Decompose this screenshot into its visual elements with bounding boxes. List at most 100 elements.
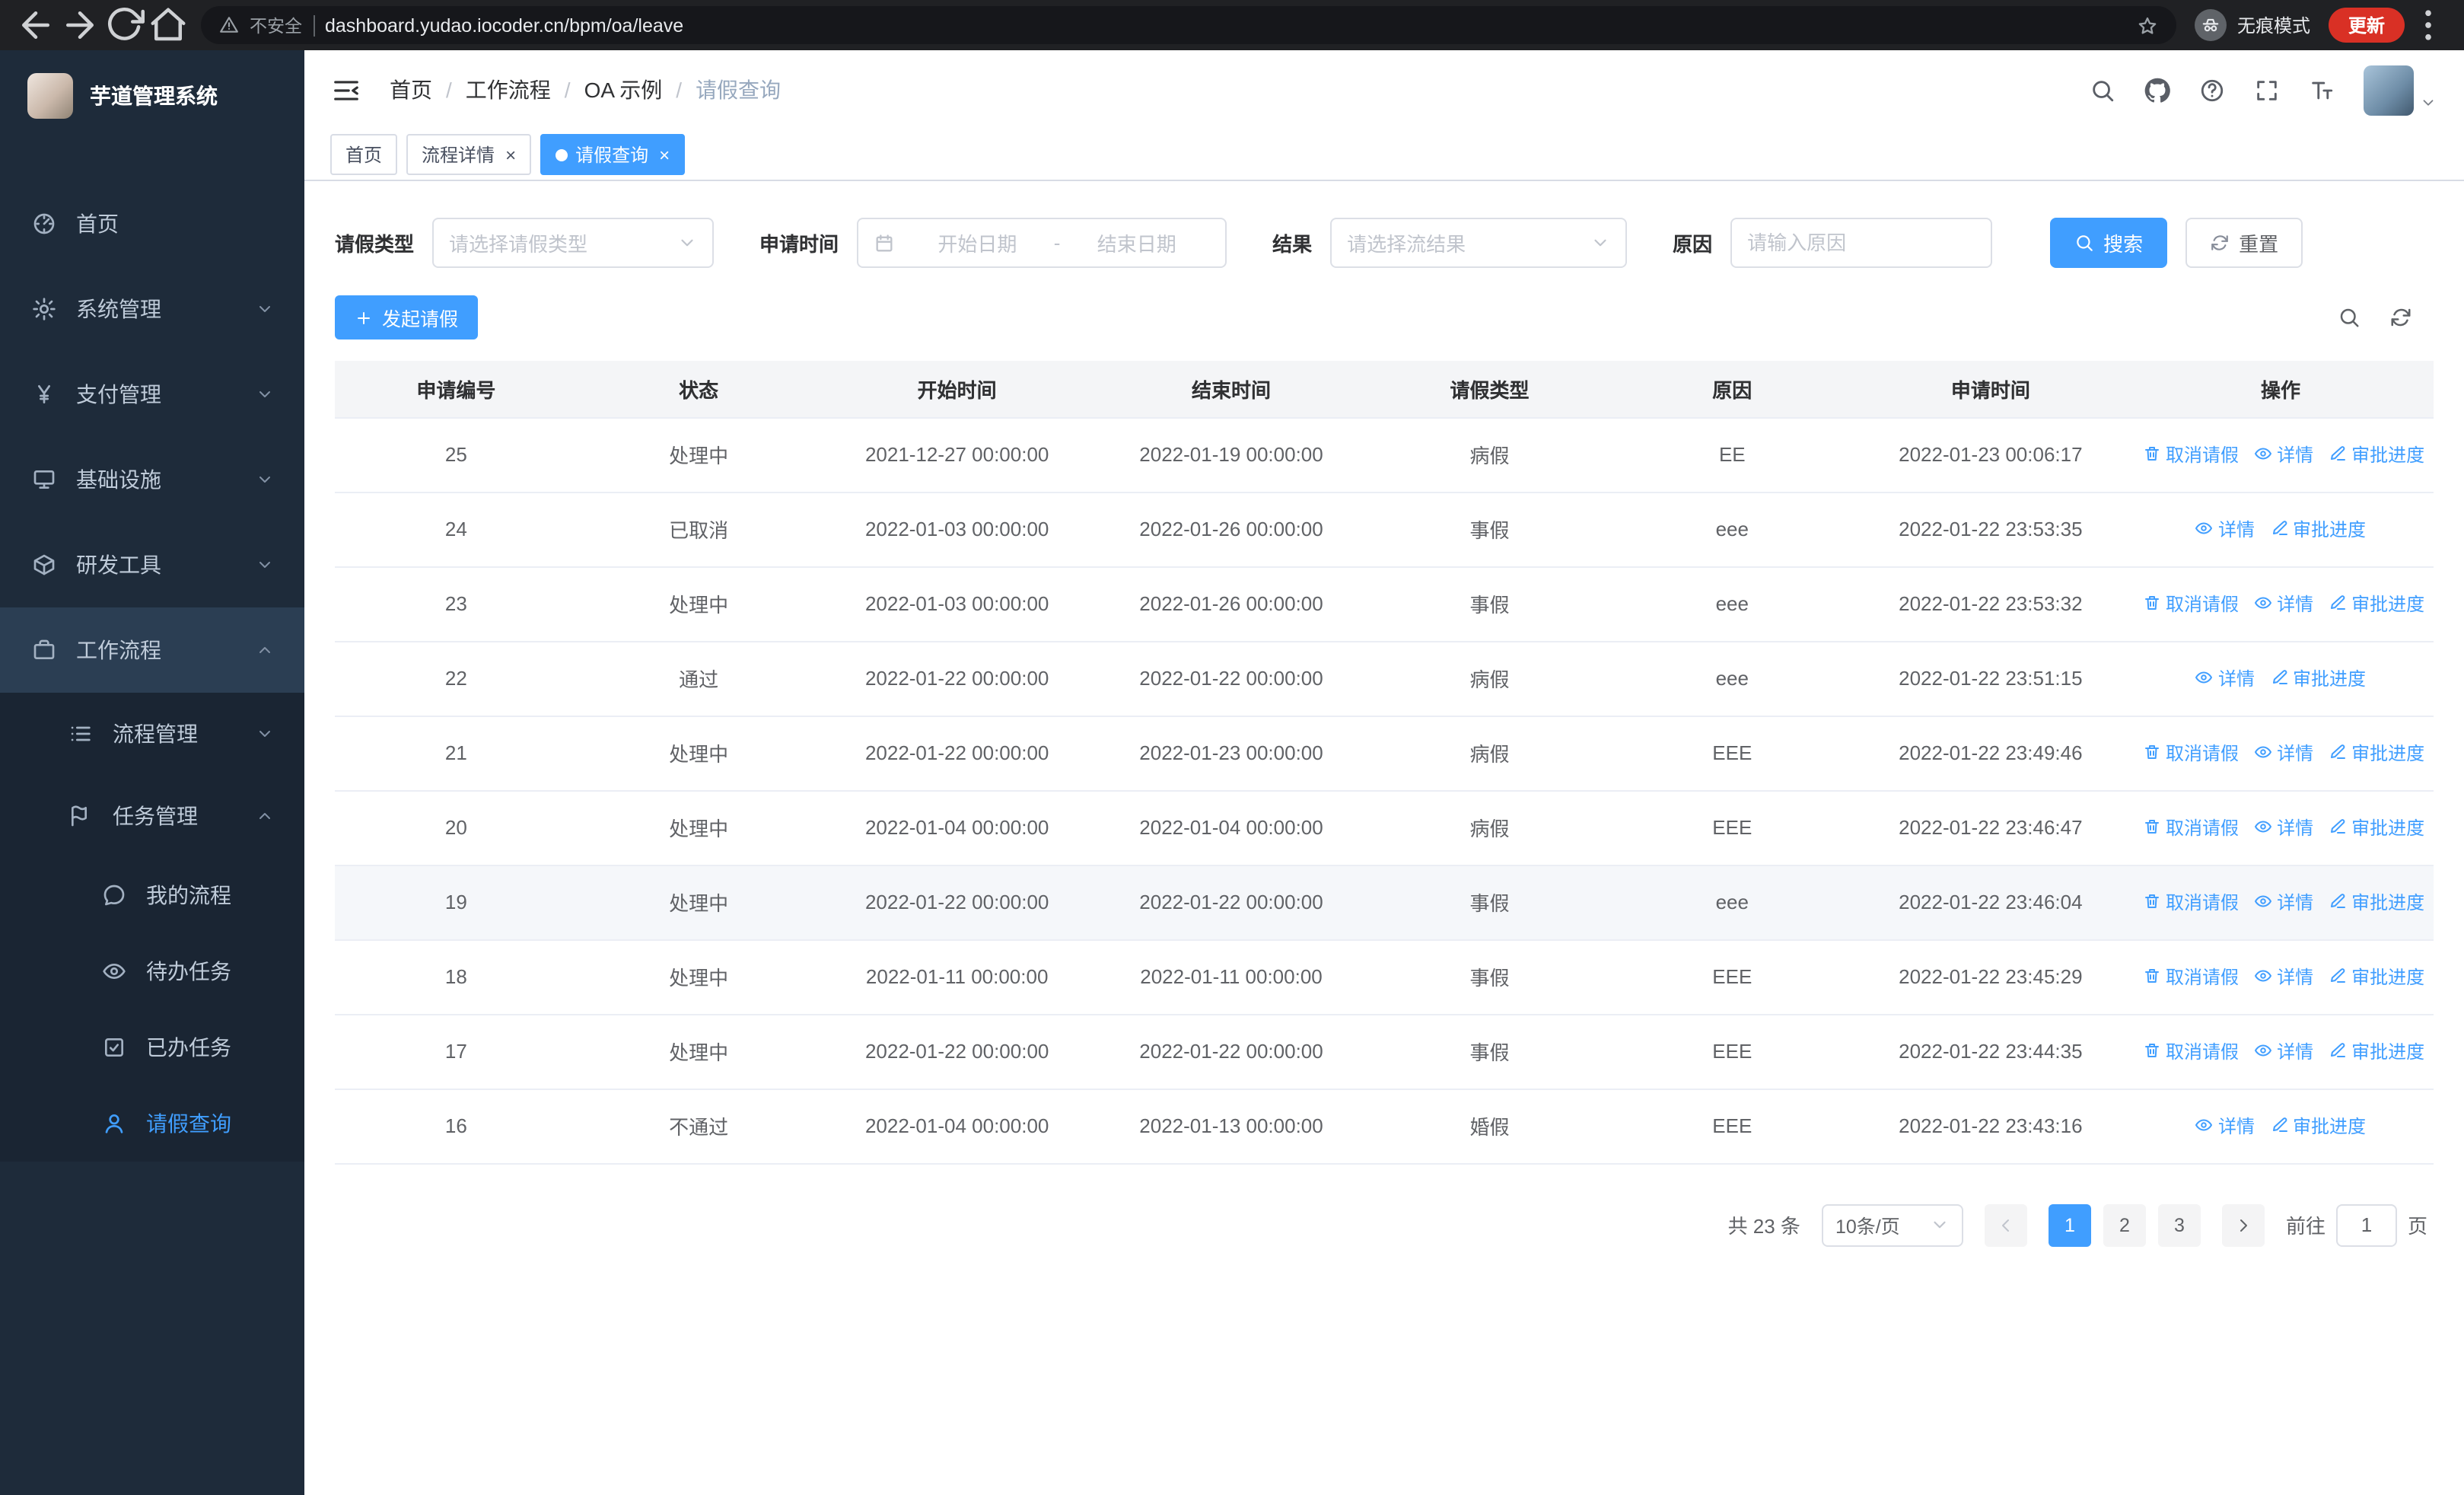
goto-page-input[interactable]: [2335, 1203, 2397, 1246]
action-cancel[interactable]: 取消请假: [2143, 1038, 2239, 1064]
eye-icon: [2254, 445, 2272, 464]
address-bar[interactable]: 不安全 dashboard.yudao.iocoder.cn/bpm/oa/le…: [201, 6, 2176, 44]
action-detail[interactable]: 详情: [2195, 516, 2255, 542]
breadcrumb-item[interactable]: 首页: [390, 75, 432, 105]
close-icon[interactable]: ×: [505, 145, 516, 164]
table-row: 16 不通过 2022-01-04 00:00:00 2022-01-13 00:00…: [335, 1089, 2434, 1164]
breadcrumb-item[interactable]: 工作流程: [466, 75, 551, 105]
action-progress[interactable]: 审批进度: [2329, 814, 2424, 840]
sidebar-item-system[interactable]: 系统管理: [0, 266, 304, 352]
help-icon[interactable]: [2199, 77, 2225, 103]
sidebar-item-workflow[interactable]: 工作流程: [0, 607, 304, 693]
github-icon[interactable]: [2144, 77, 2170, 103]
action-detail[interactable]: 详情: [2195, 665, 2255, 691]
chevron-right-icon: [2234, 1216, 2252, 1234]
result-select[interactable]: 请选择流结果: [1330, 218, 1628, 268]
action-cancel[interactable]: 取消请假: [2143, 441, 2239, 467]
eye-icon: [2195, 520, 2214, 538]
prev-page-button[interactable]: [1984, 1203, 2027, 1246]
action-detail[interactable]: 详情: [2254, 740, 2313, 766]
edit-icon: [2329, 967, 2347, 986]
tab-leave-query[interactable]: 请假查询 ×: [540, 134, 686, 175]
action-detail[interactable]: 详情: [2254, 591, 2313, 617]
browser-menu-icon[interactable]: [2408, 5, 2449, 46]
sidebar-item-todo-tasks[interactable]: 待办任务: [0, 933, 304, 1009]
action-progress[interactable]: 审批进度: [2329, 889, 2424, 915]
apply-time-range-picker[interactable]: 开始日期 - 结束日期: [857, 218, 1227, 268]
action-progress[interactable]: 审批进度: [2329, 964, 2424, 990]
sidebar-item-leave-query[interactable]: 请假查询: [0, 1085, 304, 1162]
action-detail[interactable]: 详情: [2195, 1113, 2255, 1139]
breadcrumb-item[interactable]: OA 示例: [584, 75, 663, 105]
security-label[interactable]: 不安全: [250, 13, 302, 37]
next-page-button[interactable]: [2221, 1203, 2265, 1246]
action-progress[interactable]: 审批进度: [2270, 665, 2366, 691]
update-button[interactable]: 更新: [2328, 8, 2405, 43]
cell-id: 16: [335, 1089, 578, 1164]
search-button[interactable]: 搜索: [2050, 218, 2168, 268]
header-search-icon[interactable]: [2090, 77, 2115, 103]
sidebar-item-infrastructure[interactable]: 基础设施: [0, 437, 304, 522]
action-cancel[interactable]: 取消请假: [2143, 964, 2239, 990]
cell-actions: 取消请假 详情 审批进度: [2128, 716, 2434, 791]
close-icon[interactable]: ×: [659, 145, 670, 164]
reset-button[interactable]: 重置: [2185, 218, 2303, 268]
sidebar-item-label: 任务管理: [113, 804, 198, 828]
action-progress[interactable]: 审批进度: [2329, 591, 2424, 617]
cell-type: 事假: [1368, 1014, 1611, 1089]
logo[interactable]: 芋道管理系统: [0, 50, 304, 142]
sidebar-item-my-process[interactable]: 我的流程: [0, 857, 304, 933]
action-progress[interactable]: 审批进度: [2329, 441, 2424, 467]
cell-start: 2022-01-03 00:00:00: [820, 492, 1094, 567]
action-detail[interactable]: 详情: [2254, 814, 2313, 840]
cell-status: 处理中: [577, 790, 820, 865]
action-detail[interactable]: 详情: [2254, 964, 2313, 990]
page-size-select[interactable]: 10条/页: [1821, 1203, 1963, 1246]
back-icon[interactable]: [15, 5, 56, 46]
sidebar-item-label: 我的流程: [146, 883, 231, 907]
sidebar-item-home[interactable]: 首页: [0, 181, 304, 266]
action-detail[interactable]: 详情: [2254, 441, 2313, 467]
page-button-3[interactable]: 3: [2157, 1203, 2201, 1246]
sidebar-item-label: 首页: [76, 212, 119, 236]
url-text[interactable]: dashboard.yudao.iocoder.cn/bpm/oa/leave: [325, 14, 2126, 36]
action-detail[interactable]: 详情: [2254, 1038, 2313, 1064]
page-button-1[interactable]: 1: [2048, 1203, 2091, 1246]
breadcrumb-separator: /: [564, 78, 571, 102]
action-cancel[interactable]: 取消请假: [2143, 591, 2239, 617]
bookmark-star-icon[interactable]: [2137, 14, 2158, 36]
action-progress[interactable]: 审批进度: [2270, 516, 2366, 542]
action-progress[interactable]: 审批进度: [2329, 1038, 2424, 1064]
filter-reason: 原因: [1673, 218, 1993, 268]
cell-reason: eee: [1610, 566, 1854, 642]
leave-type-select[interactable]: 请选择请假类型: [432, 218, 715, 268]
action-progress[interactable]: 审批进度: [2329, 740, 2424, 766]
action-progress[interactable]: 审批进度: [2270, 1113, 2366, 1139]
sidebar-item-payment[interactable]: 支付管理: [0, 352, 304, 437]
sidebar-item-dev-tools[interactable]: 研发工具: [0, 522, 304, 607]
tab-home[interactable]: 首页: [330, 134, 398, 175]
cell-reason: eee: [1610, 492, 1854, 567]
sidebar-item-task-mgmt[interactable]: 任务管理: [0, 775, 304, 857]
action-cancel[interactable]: 取消请假: [2143, 814, 2239, 840]
home-icon[interactable]: [148, 5, 189, 46]
user-avatar[interactable]: [2364, 65, 2437, 115]
tab-process-detail[interactable]: 流程详情 ×: [406, 134, 532, 175]
sidebar-item-done-tasks[interactable]: 已办任务: [0, 1009, 304, 1085]
toggle-search-icon[interactable]: [2338, 306, 2361, 329]
user-icon: [100, 1111, 126, 1136]
action-cancel[interactable]: 取消请假: [2143, 889, 2239, 915]
refresh-table-icon[interactable]: [2389, 306, 2412, 329]
sidebar-toggle-icon[interactable]: [332, 75, 361, 104]
reload-icon[interactable]: [103, 5, 145, 46]
page-button-2[interactable]: 2: [2103, 1203, 2146, 1246]
reason-input[interactable]: [1730, 218, 1993, 268]
action-cancel[interactable]: 取消请假: [2143, 740, 2239, 766]
sidebar-item-process-mgmt[interactable]: 流程管理: [0, 693, 304, 775]
fullscreen-icon[interactable]: [2254, 77, 2280, 103]
create-leave-button[interactable]: 发起请假: [335, 295, 479, 339]
forward-icon[interactable]: [59, 5, 100, 46]
font-size-icon[interactable]: [2309, 77, 2335, 103]
table-row: 24 已取消 2022-01-03 00:00:00 2022-01-26 00:00…: [335, 492, 2434, 567]
action-detail[interactable]: 详情: [2254, 889, 2313, 915]
